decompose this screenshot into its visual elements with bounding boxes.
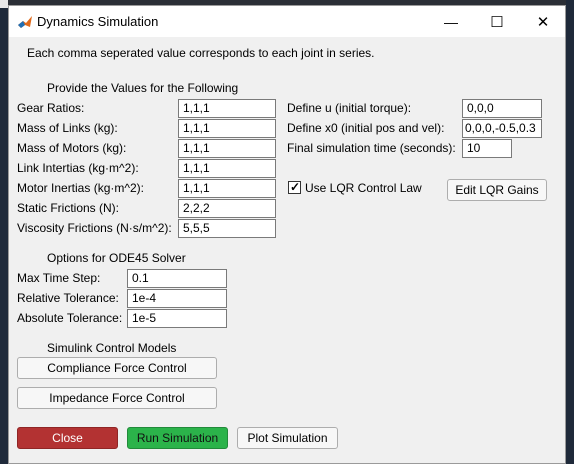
final-time-input[interactable]: 10: [462, 139, 512, 158]
relative-tolerance-label: Relative Tolerance:: [17, 291, 119, 305]
background-app-left: [0, 0, 8, 464]
edit-lqr-gains-button[interactable]: Edit LQR Gains: [447, 179, 547, 201]
info-text: Each comma seperated value corresponds t…: [27, 46, 375, 60]
matlab-app-icon: [17, 14, 33, 30]
static-frictions-input[interactable]: 2,2,2: [178, 199, 276, 218]
compliance-force-control-button[interactable]: Compliance Force Control: [17, 357, 217, 379]
impedance-force-control-button[interactable]: Impedance Force Control: [17, 387, 217, 409]
dialog-content: Each comma seperated value corresponds t…: [9, 37, 565, 463]
define-u-label: Define u (initial torque):: [287, 101, 412, 115]
close-window-button[interactable]: ✕: [520, 6, 566, 37]
dynamics-simulation-window: Dynamics Simulation — ☐ ✕ Each comma sep…: [8, 5, 566, 464]
max-time-step-label: Max Time Step:: [17, 271, 101, 285]
lqr-checkbox-label: Use LQR Control Law: [305, 181, 422, 195]
mass-motors-label: Mass of Motors (kg):: [17, 141, 127, 155]
title-bar: Dynamics Simulation — ☐ ✕: [9, 6, 565, 37]
plot-simulation-button[interactable]: Plot Simulation: [237, 427, 338, 449]
absolute-tolerance-label: Absolute Tolerance:: [17, 311, 123, 325]
background-app-right: [566, 0, 574, 464]
mass-links-label: Mass of Links (kg):: [17, 121, 118, 135]
static-frictions-label: Static Frictions (N):: [17, 201, 120, 215]
minimize-button[interactable]: —: [428, 6, 474, 37]
relative-tolerance-input[interactable]: 1e-4: [127, 289, 227, 308]
params-heading: Provide the Values for the Following: [47, 81, 239, 95]
checkmark-icon: ✓: [290, 180, 301, 194]
close-icon: ✕: [536, 13, 550, 31]
mass-motors-input[interactable]: 1,1,1: [178, 139, 276, 158]
close-button[interactable]: Close: [17, 427, 118, 449]
final-time-label: Final simulation time (seconds):: [287, 141, 456, 155]
define-x0-label: Define x0 (initial pos and vel):: [287, 121, 445, 135]
absolute-tolerance-input[interactable]: 1e-5: [127, 309, 227, 328]
background-app-corner: [0, 0, 8, 8]
viscosity-frictions-input[interactable]: 5,5,5: [178, 219, 276, 238]
link-inertias-label: Link Intertias (kg·m^2):: [17, 161, 139, 175]
link-inertias-input[interactable]: 1,1,1: [178, 159, 276, 178]
mass-links-input[interactable]: 1,1,1: [178, 119, 276, 138]
motor-inertias-label: Motor Inertias (kg·m^2):: [17, 181, 144, 195]
gear-ratios-label: Gear Ratios:: [17, 101, 85, 115]
motor-inertias-input[interactable]: 1,1,1: [178, 179, 276, 198]
max-time-step-input[interactable]: 0.1: [127, 269, 227, 288]
gear-ratios-input[interactable]: 1,1,1: [178, 99, 276, 118]
maximize-button[interactable]: ☐: [474, 6, 520, 37]
simulink-heading: Simulink Control Models: [47, 341, 177, 355]
maximize-icon: ☐: [490, 13, 504, 31]
viscosity-frictions-label: Viscosity Frictions (N·s/m^2):: [17, 221, 172, 235]
define-u-input[interactable]: 0,0,0: [462, 99, 542, 118]
minimize-icon: —: [444, 13, 458, 30]
lqr-checkbox[interactable]: ✓: [288, 180, 301, 194]
run-simulation-button[interactable]: Run Simulation: [127, 427, 228, 449]
define-x0-input[interactable]: 0,0,0,-0.5,0.3: [462, 119, 542, 138]
window-title: Dynamics Simulation: [37, 14, 159, 29]
ode-heading: Options for ODE45 Solver: [47, 251, 186, 265]
